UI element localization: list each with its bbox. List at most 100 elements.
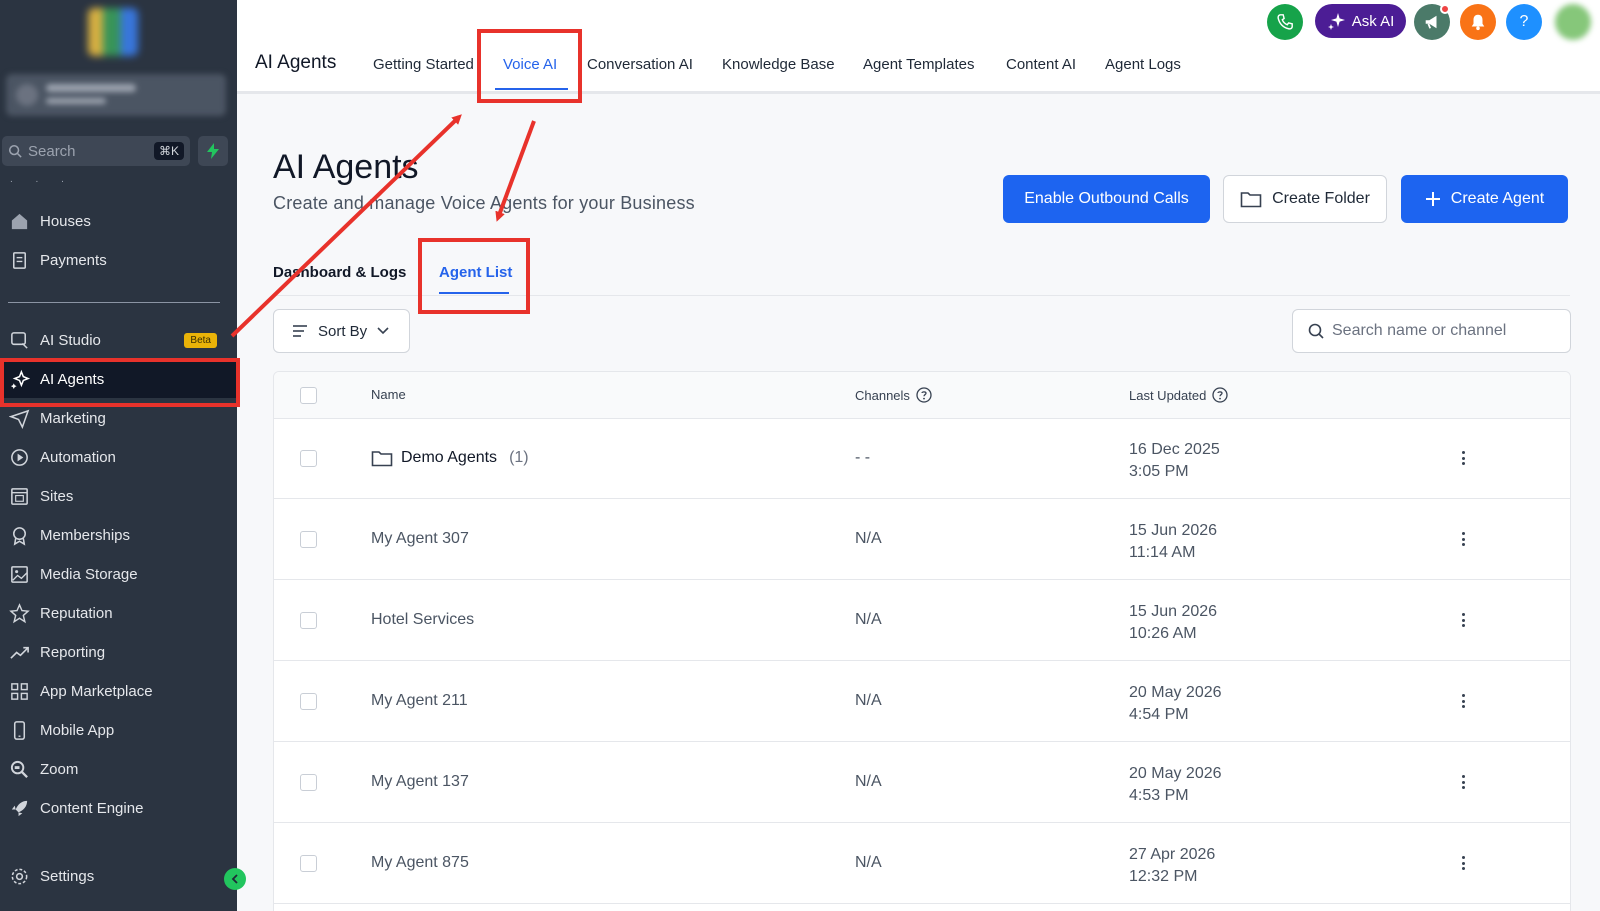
help-circle-icon <box>1212 387 1228 403</box>
row-name[interactable]: My Agent 137 <box>371 773 469 791</box>
receipt-icon <box>13 251 26 269</box>
table-search[interactable] <box>1292 309 1571 353</box>
search-icon <box>1308 323 1324 339</box>
row-checkbox[interactable] <box>300 855 317 872</box>
row-menu-button[interactable] <box>1459 852 1467 874</box>
sidebar-item-sites[interactable]: Sites <box>0 477 237 515</box>
row-checkbox[interactable] <box>300 531 317 548</box>
table-row[interactable]: My Agent 307 N/A 15 Jun 2026 11:14 AM <box>274 500 1570 580</box>
tab-agent-logs[interactable]: Agent Logs <box>1105 56 1181 73</box>
row-channels: N/A <box>855 530 882 547</box>
trend-icon <box>10 646 29 659</box>
row-name[interactable]: My Agent 875 <box>371 854 469 872</box>
column-channels[interactable]: Channels <box>855 387 932 403</box>
table-row[interactable]: My Agent 137 N/A 20 May 2026 4:53 PM <box>274 743 1570 823</box>
sidebar-item-ai-studio[interactable]: AI Studio Beta <box>0 321 237 359</box>
column-name[interactable]: Name <box>371 387 406 402</box>
sidebar-item-memberships[interactable]: Memberships <box>0 516 237 554</box>
sidebar-item-reputation[interactable]: Reputation <box>0 594 237 632</box>
bell-icon <box>1471 14 1485 31</box>
plus-icon <box>1425 192 1440 206</box>
row-name[interactable]: My Agent 211 <box>371 692 468 710</box>
sidebar-item-app-marketplace[interactable]: App Marketplace <box>0 672 237 710</box>
table-row[interactable]: Demo Agents (1) - - 16 Dec 2025 3:05 PM <box>274 419 1570 499</box>
app-title: AI Agents <box>255 52 337 73</box>
row-menu-button[interactable] <box>1459 690 1467 712</box>
enable-outbound-calls-button[interactable]: Enable Outbound Calls <box>1003 175 1210 223</box>
sidebar-divider <box>8 302 220 303</box>
table-row[interactable]: My Agent 875 N/A 27 Apr 2026 12:32 PM <box>274 824 1570 904</box>
column-last-updated[interactable]: Last Updated <box>1129 387 1228 403</box>
sort-by-dropdown[interactable]: Sort By <box>273 309 410 353</box>
quick-action-button[interactable] <box>198 136 228 166</box>
row-last-updated: 16 Dec 2025 3:05 PM <box>1129 441 1220 480</box>
tab-conversation-ai[interactable]: Conversation AI <box>587 56 693 73</box>
home-icon <box>11 213 28 229</box>
tab-agent-templates[interactable]: Agent Templates <box>863 56 974 73</box>
beta-badge: Beta <box>184 332 217 348</box>
table-row[interactable]: Hotel Services N/A 15 Jun 2026 10:26 AM <box>274 581 1570 661</box>
help-button[interactable]: ? <box>1506 4 1542 40</box>
sidebar-item-content-engine[interactable]: Content Engine <box>0 789 237 827</box>
user-avatar[interactable] <box>1555 4 1591 40</box>
row-name[interactable]: My Agent 307 <box>371 530 469 548</box>
annotation-box-agent-list <box>418 238 530 314</box>
create-folder-button[interactable]: Create Folder <box>1223 175 1387 223</box>
account-switcher[interactable] <box>6 74 226 116</box>
row-channels: N/A <box>855 854 882 871</box>
subtab-dashboard-logs[interactable]: Dashboard & Logs <box>273 264 406 281</box>
notifications-button[interactable] <box>1460 4 1496 40</box>
row-last-updated: 20 May 2026 4:54 PM <box>1129 684 1222 723</box>
sidebar-item-payments[interactable]: Payments <box>0 241 237 279</box>
announcements-button[interactable] <box>1414 4 1450 40</box>
folder-icon <box>371 451 393 467</box>
row-checkbox[interactable] <box>300 450 317 467</box>
row-menu-button[interactable] <box>1459 609 1467 631</box>
annotation-box-ai-agents <box>0 358 240 407</box>
play-circle-icon <box>11 448 28 466</box>
sidebar-item-media-storage[interactable]: Media Storage <box>0 555 237 593</box>
table-row[interactable]: My Agent 211 N/A 20 May 2026 4:54 PM <box>274 662 1570 742</box>
row-name[interactable]: Demo Agents (1) <box>371 449 529 467</box>
chevron-left-icon <box>231 874 238 884</box>
sidebar-item-mobile-app[interactable]: Mobile App <box>0 711 237 749</box>
image-icon <box>11 565 28 583</box>
grid-icon <box>11 682 28 700</box>
company-logo <box>88 8 138 56</box>
row-checkbox[interactable] <box>300 612 317 629</box>
row-last-updated: 15 Jun 2026 11:14 AM <box>1129 522 1218 561</box>
sidebar-item-settings[interactable]: Settings <box>0 857 237 895</box>
sidebar-item-automation[interactable]: Automation <box>0 438 237 476</box>
award-icon <box>13 526 26 546</box>
send-icon <box>9 409 30 429</box>
top-header: AI Agents Getting Started Voice AI Conve… <box>237 0 1600 94</box>
tab-getting-started[interactable]: Getting Started <box>373 56 474 73</box>
select-all-checkbox[interactable] <box>300 387 317 404</box>
row-name[interactable]: Hotel Services <box>371 611 474 629</box>
create-agent-button[interactable]: Create Agent <box>1401 175 1568 223</box>
row-menu-button[interactable] <box>1459 528 1467 550</box>
row-checkbox[interactable] <box>300 774 317 791</box>
phone-icon <box>13 720 26 740</box>
sidebar-item-zoom[interactable]: Zoom <box>0 750 237 788</box>
sidebar-collapse-button[interactable] <box>224 868 246 890</box>
tab-content-ai[interactable]: Content AI <box>1006 56 1076 73</box>
help-circle-icon <box>916 387 932 403</box>
folder-icon <box>1240 192 1262 208</box>
page-title: AI Agents <box>273 148 419 186</box>
search-name-channel-input[interactable] <box>1332 322 1552 340</box>
ask-ai-button[interactable]: Ask AI <box>1315 4 1406 38</box>
star-icon <box>9 602 30 623</box>
tab-knowledge-base[interactable]: Knowledge Base <box>722 56 835 73</box>
phone-call-icon <box>1277 14 1293 30</box>
sidebar-item-houses[interactable]: Houses <box>0 202 237 240</box>
row-last-updated: 20 May 2026 4:53 PM <box>1129 765 1222 804</box>
row-menu-button[interactable] <box>1459 771 1467 793</box>
shortcut-hint: ⌘K <box>153 142 184 160</box>
row-last-updated: 15 Jun 2026 10:26 AM <box>1129 603 1218 642</box>
phone-call-button[interactable] <box>1267 4 1303 40</box>
sidebar-search[interactable]: Search ⌘K <box>2 136 190 166</box>
sidebar-item-reporting[interactable]: Reporting <box>0 633 237 671</box>
row-checkbox[interactable] <box>300 693 317 710</box>
row-menu-button[interactable] <box>1459 447 1467 469</box>
